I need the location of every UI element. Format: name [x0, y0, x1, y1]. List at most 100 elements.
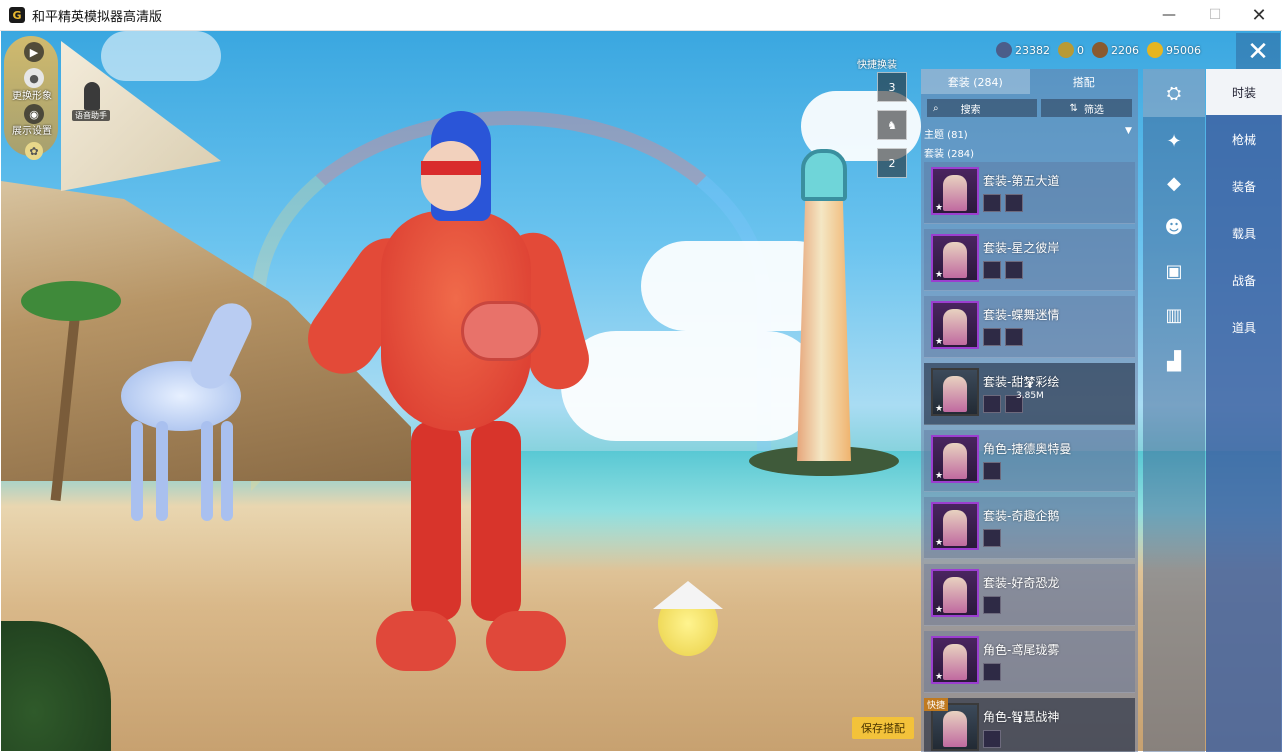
window-title: 和平精英模拟器高清版 [32, 9, 163, 25]
top-icon[interactable]: ▣ [1143, 247, 1205, 295]
outfit-item[interactable]: ★ 套装-奇趣企鹅 [924, 497, 1135, 559]
outfit-thumbnail: ★ [931, 569, 979, 617]
set-count: 套装 (284) [924, 149, 975, 160]
outfit-thumbnail: ★ [931, 301, 979, 349]
download-icon[interactable]: ⬇ [1016, 716, 1024, 726]
star-icon: ★ [935, 672, 944, 682]
tab-combos[interactable]: 搭配 [1030, 69, 1139, 94]
outfit-hanger-icon[interactable]: ⛭ [1143, 69, 1205, 117]
outfit-parts [983, 328, 1023, 346]
category-items[interactable]: 道具 [1206, 304, 1282, 350]
outfit-thumbnail: ★ [931, 502, 979, 550]
outfit-item[interactable]: ★ 套装-好奇恐龙 [924, 564, 1135, 626]
outfit-thumbnail: ★ [931, 435, 979, 483]
currency-value: 0 [1077, 43, 1084, 57]
voice-assistant-label: 语音助手 [72, 110, 110, 121]
download-icon[interactable]: ⬇ 3.85M [1016, 381, 1044, 401]
filter-button[interactable]: ⇅ 筛选 [1041, 99, 1132, 117]
change-avatar-label[interactable]: 更换形象 [12, 87, 52, 102]
category-vehicles[interactable]: 载具 [1206, 210, 1282, 256]
maximize-button[interactable]: ☐ [1192, 0, 1238, 30]
outfit-item[interactable]: ★ 角色-鸢尾珑雾 [924, 631, 1135, 693]
slot-icon-column: ⛭ ✦ ◆ ☻ ▣ ▥ ▟ [1143, 69, 1205, 752]
bronze-coin-icon [1092, 42, 1108, 58]
outfit-parts [983, 261, 1023, 279]
palm-tree [21, 261, 121, 501]
outfit-parts [983, 596, 1001, 614]
person-icon[interactable]: ● [24, 68, 44, 88]
category-combat-prep[interactable]: 战备 [1206, 257, 1282, 303]
outfit-thumbnail: ★ [931, 636, 979, 684]
voice-assistant[interactable]: 语音助手 [70, 82, 114, 122]
outfit-item[interactable]: ★ 套装-蝶舞迷情 [924, 296, 1135, 358]
outfit-list-panel: 套装 (284) 搭配 ⌕ 搜索 ⇅ 筛选 主题 (81) ▼ 套装 (284)… [921, 69, 1138, 752]
app-icon: G [9, 7, 25, 23]
outfit-name: 套装-好奇恐龙 [983, 576, 1060, 590]
star-icon: ★ [935, 337, 944, 347]
gold-token-icon [1058, 42, 1074, 58]
category-guns[interactable]: 枪械 [1206, 116, 1282, 162]
save-outfit-button[interactable]: 保存搭配 [852, 717, 914, 739]
outfit-item[interactable]: 快捷 角色-智慧战神 ⬇ [924, 698, 1135, 752]
chick-pet [653, 571, 723, 661]
window-title-bar: G 和平精英模拟器高清版 — ☐ ✕ [0, 0, 1282, 31]
player-character[interactable] [294, 111, 596, 671]
close-window-button[interactable]: ✕ [1236, 0, 1282, 30]
currency-bar: 23382 0 2206 95006 [996, 42, 1201, 58]
display-settings-label[interactable]: 展示设置 [12, 122, 52, 137]
shoes-icon[interactable]: ▟ [1143, 337, 1205, 385]
foreground-plant [1, 621, 111, 751]
badge-icon[interactable]: ✿ [25, 142, 43, 160]
star-icon: ★ [935, 404, 944, 414]
quick-outfit-slot-3[interactable]: 2 [877, 148, 907, 178]
currency-item: 0 [1058, 42, 1084, 58]
hat-icon[interactable]: ◆ [1143, 159, 1205, 207]
eye-icon[interactable]: ◉ [24, 104, 44, 124]
outfit-item[interactable]: ★ 套装-甜梦彩绘 ⬇ 3.85M [924, 363, 1135, 425]
lighthouse [749, 131, 899, 476]
outfit-name: 套装-奇趣企鹅 [983, 509, 1060, 523]
theme-count[interactable]: 主题 (81) [924, 126, 968, 141]
face-icon[interactable]: ☻ [1143, 203, 1205, 251]
outfit-name: 套装-星之彼岸 [983, 241, 1060, 255]
search-icon: ⌕ [933, 102, 939, 114]
tab-sets[interactable]: 套装 (284) [921, 69, 1030, 94]
quick-outfit-slot-1[interactable]: 3 [877, 72, 907, 102]
diamond-coin-icon [996, 42, 1012, 58]
quick-tag: 快捷 [924, 698, 949, 711]
category-gear[interactable]: 装备 [1206, 163, 1282, 209]
outfit-parts [983, 194, 1023, 212]
outfit-name: 角色-鸢尾珑雾 [983, 643, 1060, 657]
quick-outfit-slot-2[interactable]: ♞ [877, 110, 907, 140]
outfit-name: 套装-第五大道 [983, 174, 1060, 188]
play-arrow-icon[interactable]: ▶ [24, 42, 44, 62]
filter-label: 筛选 [1083, 104, 1104, 116]
dropdown-arrow-icon[interactable]: ▼ [1125, 126, 1132, 136]
currency-value: 23382 [1015, 43, 1050, 57]
outfit-parts [983, 730, 1001, 748]
outfit-item[interactable]: ★ 角色-捷德奥特曼 [924, 430, 1135, 492]
search-input[interactable]: ⌕ 搜索 [927, 99, 1038, 117]
outfit-parts [983, 663, 1001, 681]
currency-value: 2206 [1111, 43, 1139, 57]
close-icon[interactable]: ✕ [1236, 33, 1280, 71]
minimize-button[interactable]: — [1146, 0, 1192, 30]
search-label: 搜索 [960, 104, 981, 116]
outfit-thumbnail: ★ [931, 167, 979, 215]
outfit-name: 角色-捷德奥特曼 [983, 442, 1072, 456]
quick-change-label: 快捷换装 [857, 60, 897, 71]
filter-icon: ⇅ [1069, 102, 1078, 114]
star-icon: ★ [935, 471, 944, 481]
star-icon: ★ [935, 605, 944, 615]
category-fashion[interactable]: 时装 [1206, 69, 1282, 115]
assistant-avatar [84, 82, 100, 110]
unicorn-mount [101, 281, 261, 531]
pants-icon[interactable]: ▥ [1143, 291, 1205, 339]
currency-value: 95006 [1166, 43, 1201, 57]
currency-item: 95006 [1147, 42, 1201, 58]
outfit-parts [983, 462, 1001, 480]
outfit-item[interactable]: ★ 套装-第五大道 [924, 162, 1135, 224]
outfit-item[interactable]: ★ 套装-星之彼岸 [924, 229, 1135, 291]
gun-skin-icon[interactable]: ✦ [1143, 117, 1205, 165]
outfit-parts [983, 529, 1001, 547]
